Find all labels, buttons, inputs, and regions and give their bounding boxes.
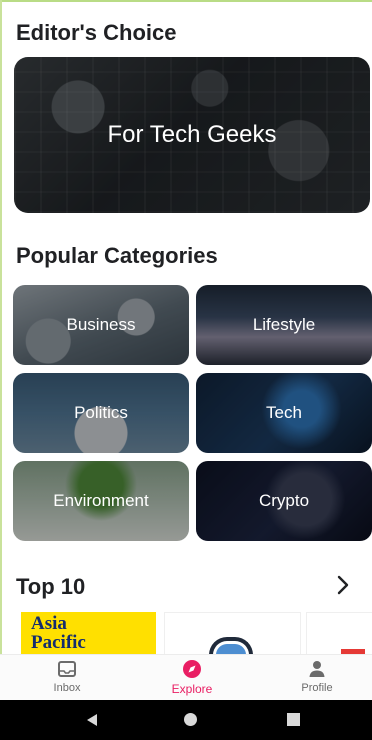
category-environment[interactable]: Environment	[13, 461, 189, 541]
popular-categories-title: Popular Categories	[16, 243, 218, 268]
category-label: Business	[66, 315, 136, 334]
system-navigation-bar	[0, 700, 372, 740]
category-business[interactable]: Business	[13, 285, 189, 365]
nav-inbox-label: Inbox	[53, 682, 81, 694]
category-tech[interactable]: Tech	[196, 373, 372, 453]
inbox-icon	[58, 661, 76, 677]
bottom-navigation: Inbox Explore Profile	[0, 654, 372, 701]
top10-title: Top 10	[16, 574, 86, 599]
nav-explore[interactable]: Explore	[152, 659, 232, 696]
top-accent-line	[0, 0, 372, 2]
top10-card-asia-pacific[interactable]: Asia Pacific	[21, 612, 156, 654]
nav-explore-label: Explore	[171, 682, 213, 696]
editors-choice-card-label: For Tech Geeks	[107, 121, 277, 148]
person-icon	[309, 661, 325, 677]
category-label: Tech	[266, 403, 302, 422]
editors-choice-title: Editor's Choice	[16, 20, 177, 45]
top10-card-mug[interactable]	[164, 612, 301, 654]
category-label: Crypto	[258, 491, 310, 510]
home-icon[interactable]	[184, 713, 197, 726]
back-icon[interactable]	[85, 713, 99, 727]
top10-carousel[interactable]: Asia Pacific	[0, 612, 372, 654]
editors-choice-card[interactable]: For Tech Geeks	[14, 57, 370, 213]
card-title-line1: Asia	[31, 613, 67, 634]
top10-card-red[interactable]	[306, 612, 372, 654]
category-label: Lifestyle	[252, 315, 316, 334]
nav-profile-label: Profile	[301, 682, 333, 694]
category-label: Politics	[74, 403, 128, 422]
nav-profile[interactable]: Profile	[277, 659, 357, 694]
category-label: Environment	[53, 491, 149, 510]
compass-icon	[183, 660, 201, 678]
category-lifestyle[interactable]: Lifestyle	[196, 285, 372, 365]
card-title-line2: Pacific	[31, 632, 86, 653]
recent-apps-icon[interactable]	[287, 713, 300, 726]
category-crypto[interactable]: Crypto	[196, 461, 372, 541]
left-accent-line	[0, 0, 2, 700]
category-politics[interactable]: Politics	[13, 373, 189, 453]
nav-inbox[interactable]: Inbox	[27, 659, 107, 694]
card-title: Asia Pacific	[31, 614, 86, 652]
mug-logo-inner	[216, 644, 246, 654]
chevron-right-icon[interactable]	[332, 574, 354, 596]
